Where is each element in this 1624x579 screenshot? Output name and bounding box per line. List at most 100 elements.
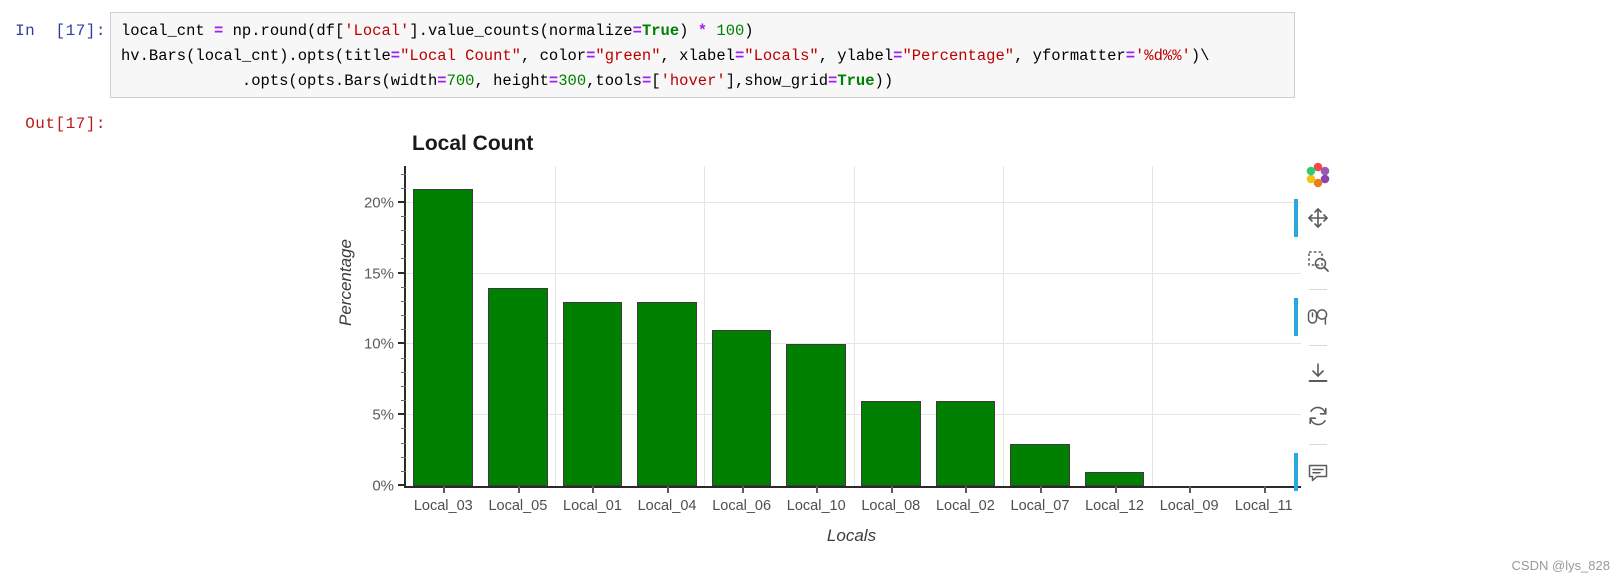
bar[interactable] [935,401,996,486]
y-axis-title: Percentage [336,239,355,326]
code-token: 100 [716,22,745,40]
x-axis-tick [592,486,595,493]
x-axis-tick [1263,486,1266,493]
x-axis-tick-label: Local_11 [1234,498,1293,514]
code-token: "Local Count" [400,47,521,65]
wheel-zoom-icon[interactable] [1294,298,1333,336]
code-token: = [632,22,642,40]
code-token: * [697,22,708,40]
y-axis-minor-tick [401,215,406,217]
x-axis-tick-label: Local_03 [413,498,473,514]
bar[interactable] [413,188,474,486]
bokeh-logo-icon[interactable] [1303,160,1333,190]
x-axis-tick [517,486,520,493]
y-axis-minor-tick [401,456,406,458]
code-token: = [437,72,447,90]
code-token: np.round(df[ [223,22,345,40]
bar[interactable] [711,330,772,486]
box-zoom-icon[interactable] [1303,246,1333,276]
bar[interactable] [860,401,921,486]
code-token: "Percentage" [902,47,1015,65]
code-token: 'Local' [344,22,410,40]
output-prompt-label: Out[17]: [25,115,106,133]
code-token: = [214,22,224,40]
save-icon[interactable] [1303,358,1333,388]
code-token: ) [679,22,698,40]
x-axis-tick-label: Local_02 [935,498,995,514]
code-token: = [734,47,745,65]
reset-icon[interactable] [1303,401,1333,431]
y-axis-minor-tick [401,315,406,317]
code-token: 'hover' [660,72,726,90]
y-axis-minor-tick [401,428,406,430]
bar[interactable] [786,344,847,486]
bokeh-toolbar[interactable] [1294,160,1336,500]
code-token: )\ [1190,47,1210,65]
x-axis-tick [1189,486,1192,493]
y-axis-minor-tick [401,470,406,472]
x-axis-tick-label: Local_04 [637,498,697,514]
x-axis-tick-label: Local_09 [1159,498,1219,514]
y-axis-minor-tick [401,442,406,444]
hover-tool-icon[interactable] [1294,453,1333,491]
bar[interactable] [562,301,623,486]
pan-tool-icon[interactable] [1294,199,1333,237]
code-token: ,tools [586,72,642,90]
code-token: True [641,22,680,40]
x-axis-tick [741,486,744,493]
y-axis-major-tick [398,271,406,274]
code-line: local_cnt = np.round(df['Local'].value_c… [121,19,1286,44]
code-token: , height [474,72,549,90]
toolbar-separator [1309,289,1327,290]
y-axis-minor-tick [401,300,406,302]
code-token: local_cnt [121,22,215,40]
chart-title: Local Count [412,132,534,155]
x-axis-tick-label: Local_08 [861,498,921,514]
y-axis-minor-tick [401,357,406,359]
code-token: "green" [595,47,661,65]
x-axis-tick [1114,486,1117,493]
y-axis-tick-label: 0% [372,477,394,495]
code-token: '%d%%' [1135,47,1191,65]
bar[interactable] [1084,471,1145,486]
x-axis-tick-label: Local_07 [1010,498,1070,514]
y-axis-minor-tick [401,371,406,373]
watermark-text: CSDN @lys_828 [1511,558,1610,573]
code-token: = [548,72,559,90]
code-token: , color [520,47,587,65]
code-token: , xlabel [660,47,735,65]
code-token: ) [744,22,754,40]
x-axis-tick [965,486,968,493]
bar[interactable] [1010,443,1070,486]
code-token: hv.Bars(local_cnt).opts(title [121,47,391,65]
code-input-cell[interactable]: local_cnt = np.round(df['Local'].value_c… [110,12,1295,98]
code-token: True [837,72,875,90]
x-axis-tick [816,486,819,493]
x-axis-tick [667,486,670,493]
y-axis-tick-label: 5% [372,406,394,424]
x-axis-tick-label: Local_01 [563,498,622,514]
y-axis-tick-label: 10% [363,335,394,353]
y-axis-minor-tick [401,230,406,232]
y-axis-major-tick [398,200,406,203]
y-axis-minor-tick [401,258,406,260]
bars-layer[interactable] [406,166,1301,486]
code-token: 300 [558,72,587,90]
plot-frame[interactable]: 0% 5% 10% 15% 20% Local_03 Local_05 Local_01 Loc… [364,166,1301,514]
y-axis-minor-tick [401,385,406,387]
code-token: ],show_grid [725,72,829,90]
y-axis-major-tick [398,413,406,416]
bar[interactable] [488,287,548,486]
bar[interactable] [637,301,697,486]
bokeh-plot[interactable]: Local Count Percentage 0% 5% 10% 15% 20% Loca… [330,128,1340,558]
code-token: 700 [446,72,475,90]
x-axis-title: Locals [826,526,877,545]
code-token: [ [651,72,661,90]
x-axis-tick-label: Local_05 [488,498,548,514]
toolbar-separator [1309,444,1327,445]
y-axis-major-tick [398,342,406,345]
code-line: .opts(opts.Bars(width=700, height=300,to… [121,69,1286,94]
x-axis-tick-label: Local_06 [712,498,772,514]
code-line: hv.Bars(local_cnt).opts(title = "Local Cou… [121,44,1286,69]
toolbar-separator [1309,345,1327,346]
